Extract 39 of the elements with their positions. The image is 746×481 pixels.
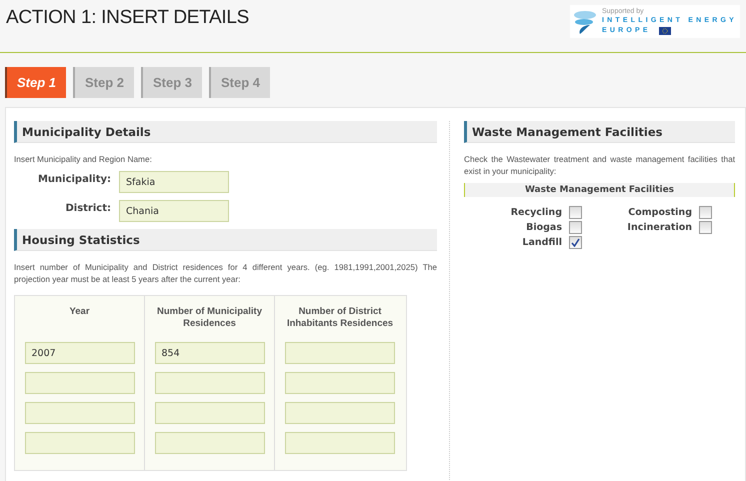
- number-field[interactable]: 854: [154, 342, 264, 364]
- section-heading: Housing Statistics: [14, 229, 437, 251]
- number-field[interactable]: [285, 432, 395, 454]
- number-field[interactable]: 2007: [24, 342, 134, 364]
- swirl-icon: [572, 8, 598, 34]
- number-field[interactable]: [285, 402, 395, 424]
- text-field[interactable]: Sfakia: [119, 171, 229, 193]
- checkbox[interactable]: [699, 221, 712, 234]
- checkbox-label: Biogas: [526, 222, 562, 233]
- number-field[interactable]: [24, 432, 134, 454]
- checkbox[interactable]: [699, 206, 712, 219]
- checkbox-label: Recycling: [510, 207, 562, 218]
- intro-text: Insert Municipality and Region Name:: [14, 153, 153, 165]
- number-field[interactable]: [154, 432, 264, 454]
- number-field[interactable]: [285, 342, 395, 364]
- intro-text: Insert number of Municipality and District residences for 4 different years. (eg. 1981,1991,2001,2025) The projection year must be at least 5 years after the current year:: [14, 261, 437, 285]
- number-field[interactable]: [154, 402, 264, 424]
- number-field[interactable]: [24, 402, 134, 424]
- column-heading: Number of District Inhabitants Residences: [286, 306, 394, 331]
- column-heading: Number of Municipality Residences: [156, 306, 264, 331]
- number-field[interactable]: [285, 372, 395, 394]
- checkbox-label: Landfill: [522, 237, 562, 248]
- section-heading: Waste Management Facilities: [464, 121, 735, 143]
- checkbox-label: Composting: [628, 207, 692, 218]
- checkbox[interactable]: [569, 206, 582, 219]
- field-label: District:: [64, 203, 111, 214]
- field-label: Municipality:: [36, 174, 111, 185]
- number-field[interactable]: [24, 372, 134, 394]
- column-heading: Year: [69, 306, 90, 319]
- checkbox[interactable]: [569, 221, 582, 234]
- intro-text: Check the Wastewater treatment and waste management facilities that exist in your municipality:: [464, 153, 735, 177]
- number-field[interactable]: [154, 372, 264, 394]
- checkbox-label: Incineration: [627, 222, 692, 233]
- section-heading: Municipality Details: [14, 121, 437, 143]
- checkbox[interactable]: [569, 236, 582, 249]
- page-title: ACTION 1: INSERT DETAILS: [6, 7, 250, 29]
- flag-icon: [658, 26, 671, 34]
- text-field[interactable]: Chania: [119, 200, 229, 222]
- subsection-heading: Waste Management Facilities: [464, 183, 735, 197]
